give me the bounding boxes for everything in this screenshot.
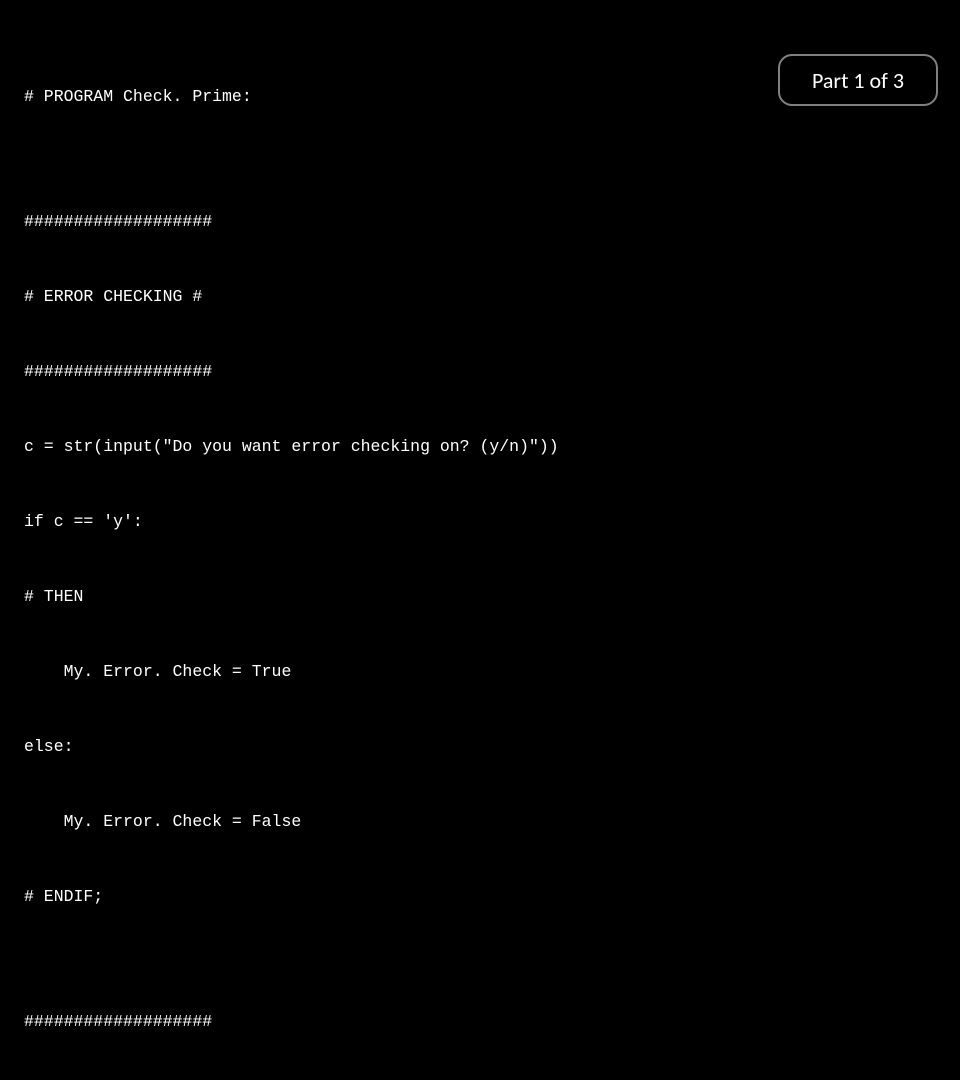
code-line: My. Error. Check = False xyxy=(24,809,559,834)
code-line: My. Error. Check = True xyxy=(24,659,559,684)
code-line: # ENDIF; xyxy=(24,884,559,909)
code-line: # PROGRAM Check. Prime: xyxy=(24,84,559,109)
code-line: ################### xyxy=(24,1009,559,1034)
part-badge: Part 1 of 3 xyxy=(778,54,938,106)
code-line: c = str(input("Do you want error checkin… xyxy=(24,434,559,459)
code-line: # THEN xyxy=(24,584,559,609)
code-line: else: xyxy=(24,734,559,759)
part-badge-label: Part 1 of 3 xyxy=(812,67,904,94)
code-block: # PROGRAM Check. Prime: ################… xyxy=(24,34,559,1080)
code-line: ################### xyxy=(24,209,559,234)
code-line: if c == 'y': xyxy=(24,509,559,534)
code-line: # ERROR CHECKING # xyxy=(24,284,559,309)
code-line: ################### xyxy=(24,359,559,384)
